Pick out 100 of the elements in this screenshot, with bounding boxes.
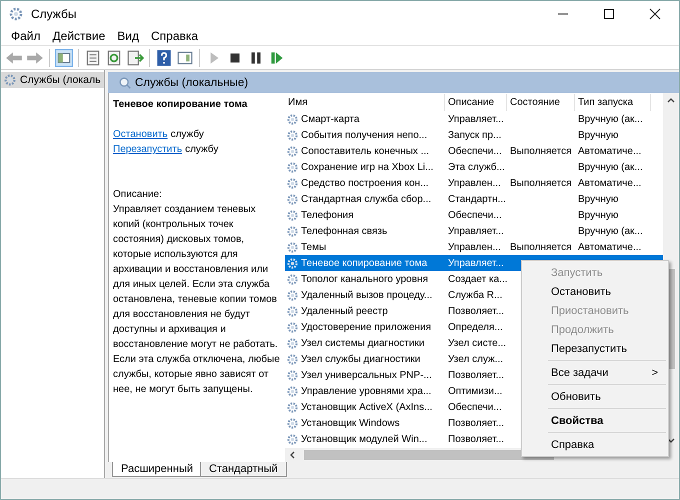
table-row[interactable]: Сопоставитель конечных ... Обеспечи... Выполняется Автоматиче... <box>285 143 663 159</box>
tree-item[interactable]: Службы (локаль <box>1 72 104 88</box>
startup-type: Автоматиче... <box>578 242 642 252</box>
service-description: Создает ка... <box>448 274 508 284</box>
startup-type: Вручную (ак... <box>578 226 643 236</box>
help-icon[interactable] <box>155 48 173 66</box>
tab[interactable]: Расширенный <box>112 462 202 477</box>
startup-type: Вручную (ак... <box>578 114 643 124</box>
refresh-icon[interactable] <box>105 48 123 66</box>
startup-type: Вручную (ак... <box>578 162 643 172</box>
column-header[interactable]: Описание <box>445 94 507 111</box>
gear-icon <box>286 320 299 334</box>
service-name: Сопоставитель конечных ... <box>301 146 430 156</box>
gear-icon <box>286 352 299 366</box>
service-name: Тополог канального уровня <box>301 274 428 284</box>
service-description: Служба R... <box>448 290 502 300</box>
gear-icon <box>286 144 299 158</box>
gear-icon <box>286 176 299 190</box>
service-name: Теневое копирование тома <box>301 258 428 268</box>
maximize-icon[interactable] <box>603 8 615 20</box>
service-name: Установщик Windows <box>301 418 400 428</box>
table-row[interactable]: Средство построения кон... Управлен... Выполняется Автоматиче... <box>285 175 663 191</box>
menu-item[interactable]: Вид <box>111 29 145 43</box>
service-description: Управляет... <box>448 258 504 268</box>
menu-item[interactable]: Остановить <box>522 282 668 301</box>
action-text: службу <box>185 144 218 155</box>
action-link[interactable]: Остановить <box>113 129 168 140</box>
table-row[interactable]: Смарт-карта Управляет... Вручную (ак... <box>285 111 663 127</box>
close-icon[interactable] <box>649 8 661 20</box>
menu-item[interactable]: Действие <box>46 29 112 43</box>
service-description: Определя... <box>448 322 503 332</box>
gear-icon <box>286 288 299 302</box>
service-name: Установщик модулей Win... <box>301 434 428 444</box>
table-row[interactable]: Телефония Обеспечи... Вручную <box>285 207 663 223</box>
service-description: Позволяет... <box>448 306 504 316</box>
service-status: Выполняется <box>510 242 572 252</box>
service-description: Позволяет... <box>448 370 504 380</box>
menu-item[interactable]: Все задачи > <box>522 363 668 382</box>
magnifier-icon <box>118 76 132 90</box>
gear-icon <box>286 400 299 414</box>
gear-icon <box>286 272 299 286</box>
service-name: Узел системы диагностики <box>301 338 424 348</box>
service-name: События получения непо... <box>301 130 428 140</box>
column-header[interactable]: Имя <box>285 94 445 111</box>
menu-item[interactable]: Справка <box>145 29 204 43</box>
tab[interactable]: Стандартный <box>200 462 287 477</box>
service-name: Стандартная служба сбор... <box>301 194 432 204</box>
table-row[interactable]: Сохранение игр на Xbox Li... Эта служб... Вручную (ак... <box>285 159 663 175</box>
gear-icon <box>286 112 299 126</box>
gear-icon <box>286 128 299 142</box>
console-tree-icon[interactable] <box>55 48 73 66</box>
table-row[interactable]: Темы Управлен... Выполняется Автоматиче... <box>285 239 663 255</box>
menu-item[interactable]: Свойства <box>522 411 668 430</box>
service-name: Удаленный реестр <box>301 306 388 316</box>
service-name: Телефония <box>301 210 354 220</box>
gear-icon <box>286 192 299 206</box>
service-name: Темы <box>301 242 326 252</box>
gear-icon <box>286 416 299 430</box>
action-link[interactable]: Перезапустить <box>113 144 182 155</box>
service-description: Управлен... <box>448 242 501 252</box>
document-icon[interactable] <box>84 48 102 66</box>
service-name: Узел универсальных PNP-... <box>301 370 432 380</box>
service-description: Эта служб... <box>448 162 505 172</box>
gear-icon <box>286 256 299 270</box>
service-name: Телефонная связь <box>301 226 388 236</box>
service-description: Узел систе... <box>448 338 506 348</box>
service-description: Обеспечи... <box>448 146 502 156</box>
menu-item[interactable]: Файл <box>5 29 47 43</box>
menu-item[interactable]: Перезапустить <box>522 339 668 358</box>
description-label: Описание: <box>113 188 163 202</box>
service-description: Позволяет... <box>448 418 504 428</box>
window-title: Службы <box>31 7 76 21</box>
gear-icon <box>286 384 299 398</box>
pane-title: Службы (локальные) <box>135 76 248 88</box>
table-row[interactable]: Телефонная связь Управляет... Вручную (ак... <box>285 223 663 239</box>
startup-type: Вручную <box>578 130 618 140</box>
action-text: службу <box>170 129 204 140</box>
gear-icon <box>286 304 299 318</box>
service-description: Обеспечи... <box>448 210 502 220</box>
gear-icon <box>286 432 299 446</box>
service-description: Управляет... <box>448 226 504 236</box>
service-description: Позволяет... <box>448 434 504 444</box>
service-description: Стандартн... <box>448 194 506 204</box>
column-header[interactable]: Состояние <box>507 94 575 111</box>
service-description: Управлен... <box>448 178 501 188</box>
column-header[interactable]: Тип запуска <box>575 94 651 111</box>
service-description: Управляет... <box>448 114 504 124</box>
service-description: Узел служ... <box>448 354 504 364</box>
service-name: Средство построения кон... <box>301 178 429 188</box>
service-name: Удостоверение приложения <box>301 322 432 332</box>
gear-icon <box>286 208 299 222</box>
startup-type: Автоматиче... <box>578 178 642 188</box>
service-status: Выполняется <box>510 178 572 188</box>
service-description: Обеспечи... <box>448 402 502 412</box>
service-name: Установщик ActiveX (AxIns... <box>301 402 432 412</box>
export-icon[interactable] <box>126 48 144 66</box>
gear-icon <box>286 160 299 174</box>
table-row[interactable]: Стандартная служба сбор... Стандартн... Вручную <box>285 191 663 207</box>
service-name: Смарт-карта <box>301 114 360 124</box>
table-row[interactable]: События получения непо... Запуск пр... Вручную <box>285 127 663 143</box>
